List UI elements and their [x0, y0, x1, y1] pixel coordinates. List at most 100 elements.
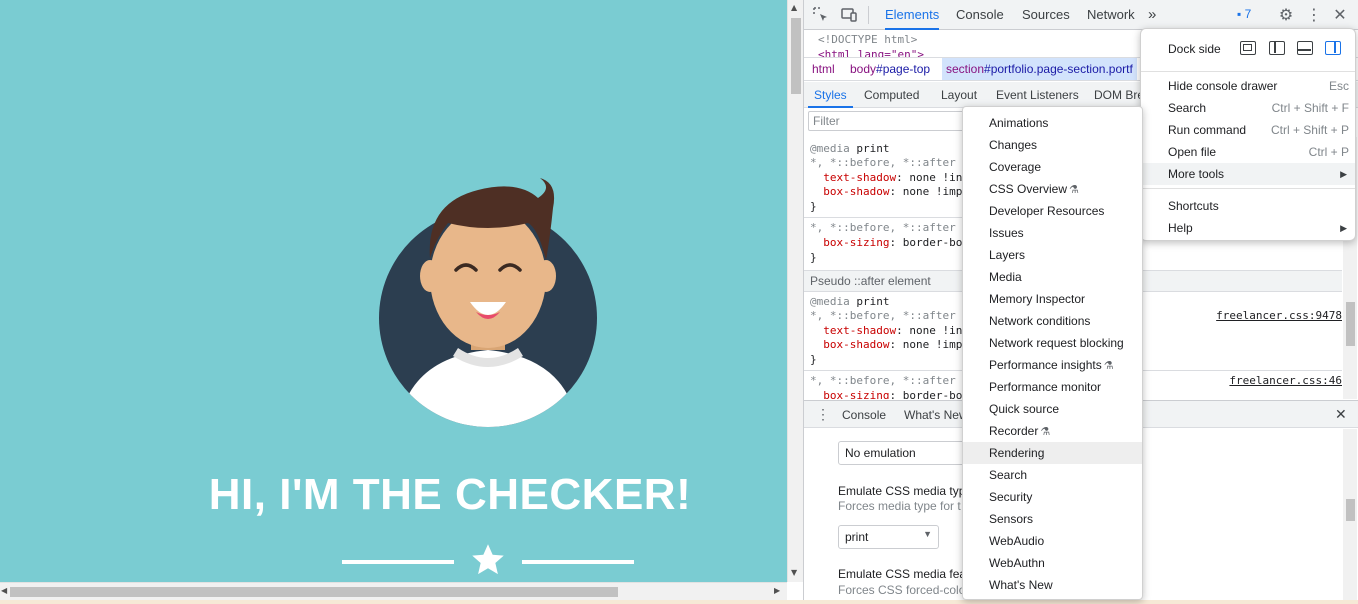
scroll-thumb[interactable] — [791, 18, 801, 94]
tools-item-search[interactable]: Search — [963, 464, 1142, 486]
media-type-label: Emulate CSS media typ — [838, 484, 966, 498]
scroll-up-arrow-icon[interactable]: ▲ — [791, 3, 797, 12]
media-type-description: Forces media type for t — [838, 499, 961, 513]
tools-item-webauthn[interactable]: WebAuthn — [963, 552, 1142, 574]
drawer-tab-whats-new[interactable]: What's New — [904, 408, 968, 422]
tab-network[interactable]: Network — [1087, 0, 1135, 30]
more-options-kebab-icon[interactable]: ⋮ — [1305, 6, 1323, 24]
tools-item-recorder[interactable]: Recorder ⚗ — [963, 420, 1142, 442]
star-icon — [472, 544, 504, 575]
source-link[interactable]: freelancer.css:9478 — [1216, 309, 1342, 322]
chevron-down-icon: ▼ — [923, 529, 932, 539]
issues-badge[interactable]: ▪ 7 — [1237, 7, 1251, 21]
menu-item-open-file[interactable]: Open file Ctrl + P — [1141, 141, 1355, 163]
media-feature-label: Emulate CSS media feat — [838, 567, 970, 581]
tools-item-quick-source[interactable]: Quick source — [963, 398, 1142, 420]
media-feature-description: Forces CSS forced-colo — [838, 583, 966, 597]
menu-item-shortcuts[interactable]: Shortcuts — [1141, 195, 1355, 217]
scroll-thumb[interactable] — [1346, 499, 1355, 521]
tools-item-memory-inspector[interactable]: Memory Inspector — [963, 288, 1142, 310]
scroll-right-arrow-icon[interactable]: ▶ — [774, 586, 780, 595]
tools-item-coverage[interactable]: Coverage — [963, 156, 1142, 178]
page-viewport: HI, I'M THE CHECKER! — [0, 0, 787, 604]
css-selector[interactable]: *, *::before, *::after — [810, 221, 956, 234]
tools-item-network-request-blocking[interactable]: Network request blocking — [963, 332, 1142, 354]
tools-item-performance-monitor[interactable]: Performance monitor — [963, 376, 1142, 398]
more-tools-submenu: Animations Changes Coverage CSS Overview… — [962, 106, 1143, 600]
dock-side-label: Dock side — [1168, 42, 1221, 56]
tab-layout[interactable]: Layout — [941, 88, 977, 102]
device-toolbar-icon[interactable] — [840, 6, 858, 24]
dock-undock-icon[interactable] — [1240, 41, 1256, 55]
submenu-arrow-icon: ▶ — [1340, 169, 1347, 179]
tab-computed[interactable]: Computed — [864, 88, 919, 102]
experimental-flask-icon: ⚗ — [1103, 360, 1114, 372]
message-icon: ▪ — [1237, 7, 1242, 21]
tab-dom-breakpoints[interactable]: DOM Bre — [1094, 88, 1144, 102]
toolbar-divider — [868, 6, 869, 24]
scroll-left-arrow-icon[interactable]: ◀ — [1, 586, 7, 595]
tools-item-performance-insights[interactable]: Performance insights ⚗ — [963, 354, 1142, 376]
breadcrumb-section[interactable]: section#portfolio.page-section.portf — [942, 58, 1137, 80]
dom-doctype-line[interactable]: <!DOCTYPE html> — [818, 33, 917, 46]
menu-item-help[interactable]: Help ▶ — [1141, 217, 1355, 239]
dock-right-icon[interactable] — [1325, 41, 1341, 55]
dom-html-line[interactable]: <html lang="en"> — [818, 48, 924, 57]
submenu-arrow-icon: ▶ — [1340, 223, 1347, 233]
avatar-illustration — [379, 178, 597, 427]
tools-item-rendering[interactable]: Rendering — [963, 442, 1142, 464]
scroll-thumb[interactable] — [10, 587, 618, 597]
tools-item-security[interactable]: Security — [963, 486, 1142, 508]
tab-elements[interactable]: Elements — [885, 0, 940, 30]
tools-item-whats-new[interactable]: What's New — [963, 574, 1142, 596]
more-tabs-icon[interactable]: » — [1148, 0, 1156, 30]
close-icon[interactable]: ✕ — [1331, 6, 1349, 24]
page-vertical-scrollbar[interactable]: ▲ ▼ — [787, 0, 803, 582]
scroll-thumb[interactable] — [1346, 302, 1355, 346]
settings-gear-icon[interactable]: ⚙ — [1277, 6, 1295, 24]
dock-bottom-icon[interactable] — [1297, 41, 1313, 55]
dock-left-icon[interactable] — [1269, 41, 1285, 55]
devtools-toolbar: Elements Console Sources Network » ▪ 7 ⚙… — [804, 0, 1358, 30]
menu-item-more-tools[interactable]: More tools ▶ — [1141, 163, 1355, 185]
tools-item-webaudio[interactable]: WebAudio — [963, 530, 1142, 552]
tab-console[interactable]: Console — [956, 0, 1004, 30]
media-type-select[interactable]: print ▼ — [838, 525, 939, 549]
tools-item-sensors[interactable]: Sensors — [963, 508, 1142, 530]
tools-item-animations[interactable]: Animations — [963, 112, 1142, 134]
drawer-close-icon[interactable]: ✕ — [1335, 406, 1347, 423]
divider-line-right — [522, 560, 634, 564]
tools-item-layers[interactable]: Layers — [963, 244, 1142, 266]
tools-item-network-conditions[interactable]: Network conditions — [963, 310, 1142, 332]
css-selector[interactable]: *, *::before, *::after — [810, 156, 956, 169]
emulation-select[interactable]: No emulation — [838, 441, 968, 465]
page-horizontal-scrollbar[interactable]: ◀ ▶ — [0, 582, 787, 600]
menu-item-search[interactable]: Search Ctrl + Shift + F — [1141, 97, 1355, 119]
source-link[interactable]: freelancer.css:46 — [1229, 374, 1342, 387]
drawer-scrollbar[interactable] — [1343, 429, 1357, 600]
tools-item-issues[interactable]: Issues — [963, 222, 1142, 244]
menu-item-hide-console-drawer[interactable]: Hide console drawer Esc — [1141, 75, 1355, 97]
experimental-flask-icon: ⚗ — [1040, 426, 1051, 438]
inspect-element-icon[interactable] — [812, 6, 830, 24]
drawer-tab-console[interactable]: Console — [842, 408, 886, 422]
tools-item-changes[interactable]: Changes — [963, 134, 1142, 156]
tab-styles[interactable]: Styles — [808, 82, 853, 108]
breadcrumb-body[interactable]: body#page-top — [850, 62, 930, 76]
scroll-down-arrow-icon[interactable]: ▼ — [791, 568, 797, 577]
css-selector[interactable]: *, *::before, *::after — [810, 309, 956, 322]
tools-item-developer-resources[interactable]: Developer Resources — [963, 200, 1142, 222]
bottom-strip — [0, 600, 1358, 604]
experimental-flask-icon: ⚗ — [1069, 184, 1079, 196]
breadcrumb-html[interactable]: html — [812, 62, 835, 76]
menu-item-run-command[interactable]: Run command Ctrl + Shift + P — [1141, 119, 1355, 141]
divider-line-left — [342, 560, 454, 564]
tab-sources[interactable]: Sources — [1022, 0, 1070, 30]
tab-event-listeners[interactable]: Event Listeners — [996, 88, 1079, 102]
hero-title: HI, I'M THE CHECKER! — [208, 470, 692, 519]
drawer-menu-kebab-icon[interactable]: ⋮ — [816, 406, 830, 423]
tools-item-css-overview[interactable]: CSS Overview ⚗ — [963, 178, 1142, 200]
css-selector[interactable]: *, *::before, *::after — [810, 374, 956, 387]
devtools-main-menu: Dock side Hide console drawer Esc Search C… — [1140, 28, 1356, 241]
tools-item-media[interactable]: Media — [963, 266, 1142, 288]
